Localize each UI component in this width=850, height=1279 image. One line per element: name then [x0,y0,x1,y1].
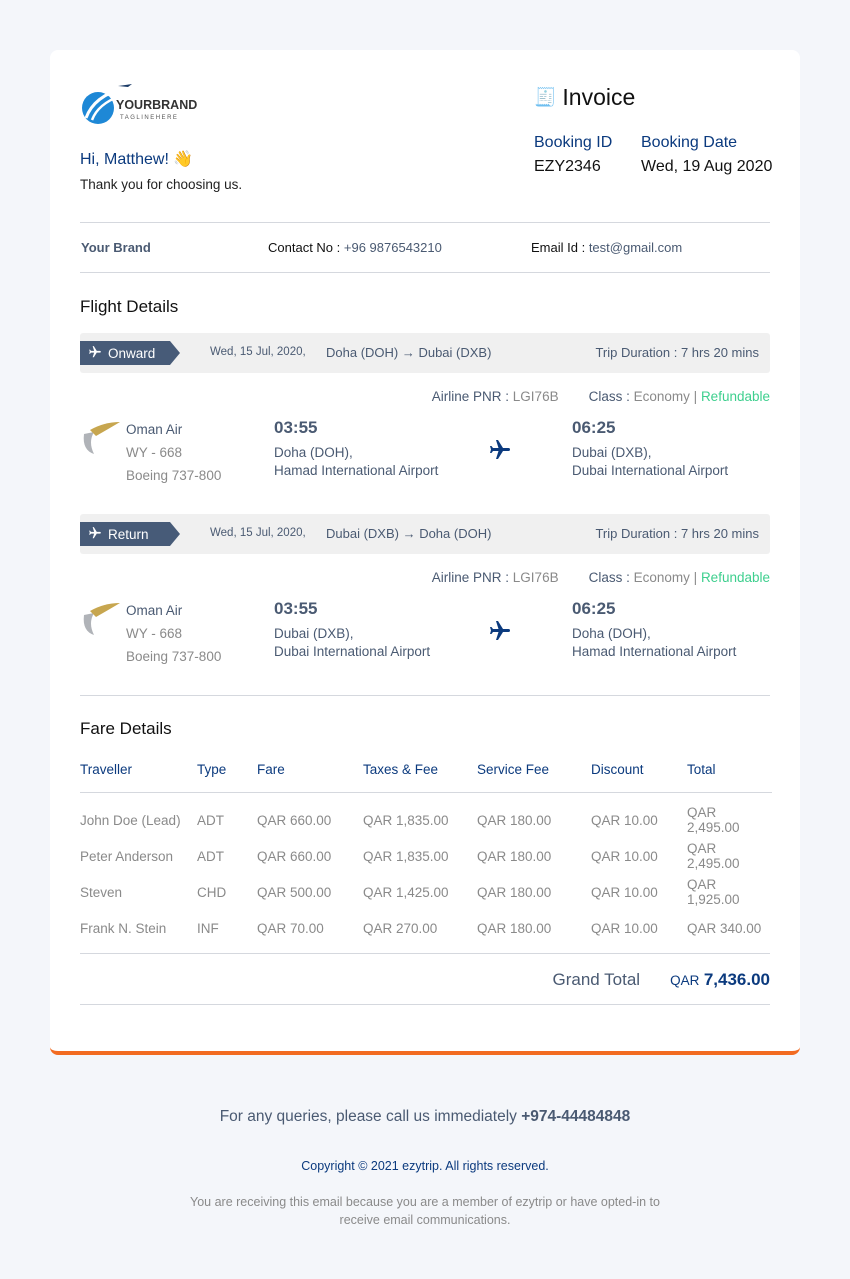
flight-segment: Oman Air WY - 668 Boeing 737-800 03:55 Doha… [80,418,770,488]
fare-cell: QAR 180.00 [477,884,552,900]
fare-cell: QAR 70.00 [257,920,324,936]
flight-details-title: Flight Details [80,297,179,316]
col-service-fee: Service Fee [477,750,591,793]
fare-cell: CHD [197,884,227,900]
fare-cell: QAR 660.00 [257,812,332,828]
col-traveller: Traveller [80,750,197,793]
fare-cell: QAR 270.00 [363,920,438,936]
airplane-icon [488,619,512,649]
fare-cell: QAR 340.00 [687,920,762,936]
flight-meta: Airline PNR : LGI76B Class : Economy | R… [431,389,770,404]
departure: 03:55 Dubai (DXB), Dubai International Air… [274,599,431,659]
fare-table: Traveller Type Fare Taxes & Fee Service … [80,750,772,946]
col-total: Total [687,750,772,793]
fare-cell: QAR 180.00 [477,848,552,864]
fare-details-title: Fare Details [80,719,172,738]
invoice-title: 🧾 Invoice [534,84,636,110]
arrival: 06:25 Doha (DOH), Hamad International Airp… [572,599,737,659]
contact-row: Your Brand Contact No : +96 9876543210 E… [81,240,683,255]
fare-cell: QAR 180.00 [477,812,552,828]
col-discount: Discount [591,750,687,793]
invoice-card: YOURBRAND TAGLINEHERE Hi, Matthew! 👋 Than… [50,50,800,1055]
col-fare: Fare [257,750,363,793]
airline-logo [83,603,120,635]
flight-meta: Airline PNR : LGI76B Class : Economy | R… [431,570,770,585]
trip-duration: Trip Duration : 7 hrs 20 mins [595,345,759,360]
table-row: John Doe (Lead) ADT QAR 660.00 QAR 1,835.00… [80,792,772,838]
fare-cell: INF [197,920,219,936]
departure: 03:55 Doha (DOH), Hamad International Airp… [274,418,439,478]
flight-direction-badge: Onward [80,341,180,365]
airplane-icon [488,438,512,468]
fare-cell: John Doe (Lead) [80,812,181,828]
refundable-status: Refundable [700,389,770,404]
support-phone[interactable]: +974-44484848 [521,1108,630,1125]
booking-id: Booking ID EZY2346 [534,134,613,175]
flight-route: Dubai (DXB) → Doha (DOH) [326,526,492,541]
fare-cell: QAR 2,495.00 [687,805,740,836]
thanks-text: Thank you for choosing us. [80,177,243,192]
col-type: Type [197,750,257,793]
fare-cell: Steven [80,884,123,900]
flight-bar-onward: Onward Wed, 15 Jul, 2020, Doha (DOH) → D… [80,333,770,373]
fare-cell: ADT [197,848,224,864]
fare-cell: QAR 10.00 [591,884,658,900]
arrival: 06:25 Dubai (DXB), Dubai International Air… [572,418,729,478]
table-row: Frank N. Stein INF QAR 70.00 QAR 270.00 QAR … [80,910,772,946]
fare-cell: Peter Anderson [80,848,174,864]
receipt-icon: 🧾 [534,87,557,107]
fare-cell: QAR 10.00 [591,920,658,936]
booking-date: Booking Date Wed, 19 Aug 2020 [641,134,773,175]
copyright: Copyright © 2021 ezytrip. All rights res… [301,1159,549,1173]
fare-cell: QAR 1,925.00 [687,877,740,907]
fare-cell: QAR 1,835.00 [363,848,449,864]
brand-logo: YOURBRAND TAGLINEHERE [80,82,210,126]
trip-duration: Trip Duration : 7 hrs 20 mins [595,526,759,541]
flight-segment: Oman Air WY - 668 Boeing 737-800 03:55 Duba… [80,599,770,669]
fare-cell: QAR 180.00 [477,920,552,936]
fare-cell: ADT [197,812,224,828]
svg-text:YOURBRAND: YOURBRAND [116,98,197,112]
fare-cell: QAR 660.00 [257,848,332,864]
table-row: Peter Anderson ADT QAR 660.00 QAR 1,835.00 Q… [80,838,772,874]
email-link[interactable]: test@gmail.com [589,240,682,255]
footer-notice: You are receiving this email because you… [190,1195,660,1227]
footer-query: For any queries, please call us immediat… [219,1108,631,1125]
svg-text:TAGLINEHERE: TAGLINEHERE [120,115,178,121]
phone-link[interactable]: +96 9876543210 [344,240,442,255]
flight-direction-badge: Return [80,522,180,546]
fare-cell: QAR 500.00 [257,884,332,900]
flight-route: Doha (DOH) → Dubai (DXB) [326,345,492,360]
airplane-icon [88,345,102,362]
table-row: Steven CHD QAR 500.00 QAR 1,425.00 QAR 180.0… [80,874,772,910]
flight-date: Wed, 15 Jul, 2020, [210,527,306,539]
fare-cell: QAR 10.00 [591,812,658,828]
greeting: Hi, Matthew! 👋 [80,151,194,168]
fare-cell: QAR 1,425.00 [363,884,449,900]
fare-cell: QAR 1,835.00 [363,812,449,828]
flight-date: Wed, 15 Jul, 2020, [210,346,306,358]
fare-cell: Frank N. Stein [80,920,167,936]
fare-cell: QAR 10.00 [591,848,658,864]
airplane-icon [88,526,102,543]
grand-total: Grand Total QAR 7,436.00 [552,970,770,989]
flight-bar-return: Return Wed, 15 Jul, 2020, Dubai (DXB) → … [80,514,770,554]
airline-logo [83,422,120,454]
fare-cell: QAR 2,495.00 [687,841,740,871]
refundable-status: Refundable [700,570,770,585]
col-taxes: Taxes & Fee [363,750,477,793]
